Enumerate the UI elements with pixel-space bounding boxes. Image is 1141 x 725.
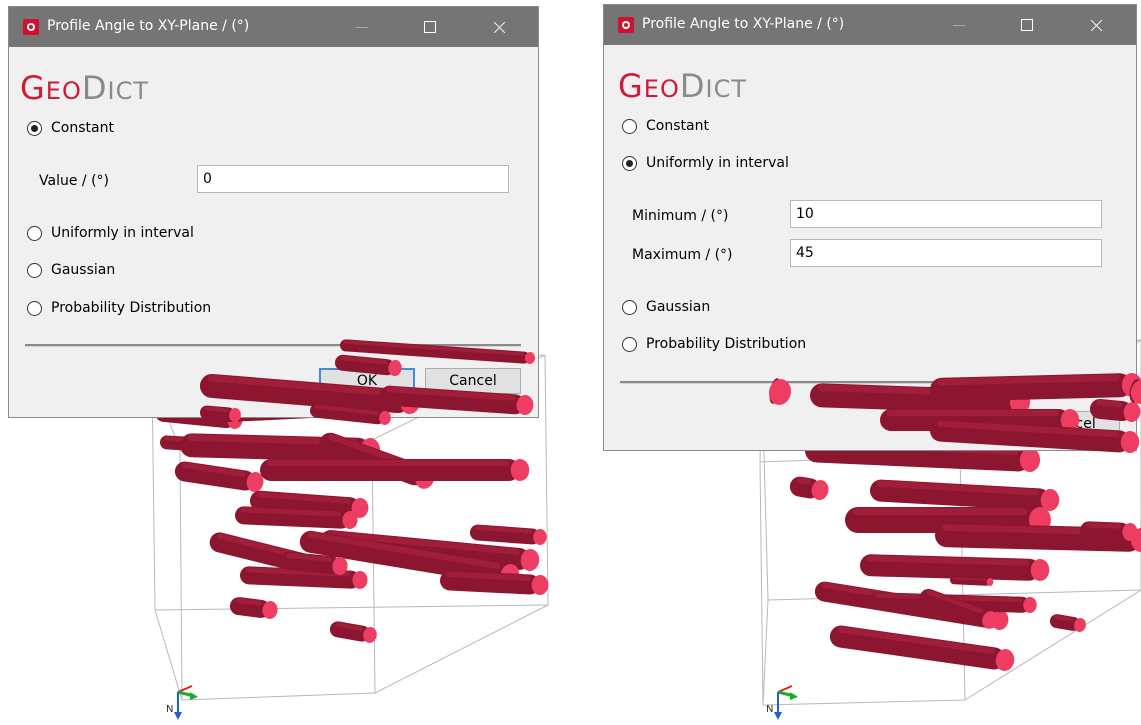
geodict-logo: GEODICT	[618, 67, 747, 105]
logo-text: ICT	[705, 75, 747, 103]
radio-indicator[interactable]	[622, 155, 637, 171]
radio-label: Gaussian	[51, 262, 116, 278]
z-axis-arrow-icon	[774, 712, 782, 720]
logo-text: ICT	[107, 77, 149, 105]
maximize-button[interactable]	[1004, 5, 1050, 45]
z-axis-label: N	[766, 704, 773, 715]
fiber	[789, 476, 829, 500]
maximum-label: Maximum / (°)	[632, 247, 733, 263]
radio-indicator[interactable]	[622, 336, 637, 352]
radio-constant[interactable]: Constant	[622, 118, 709, 134]
value-input[interactable]	[197, 165, 509, 193]
y-axis-arrow-icon	[190, 692, 198, 700]
radio-probability[interactable]: Probability Distribution	[27, 300, 211, 316]
radio-probability[interactable]: Probability Distribution	[622, 336, 806, 352]
maximize-button[interactable]	[407, 7, 453, 47]
right-axis-triad: N	[766, 685, 798, 720]
radio-gaussian[interactable]: Gaussian	[27, 262, 115, 278]
bounding-box-edge	[179, 449, 183, 701]
bounding-box-edge	[181, 692, 376, 701]
app-icon	[618, 17, 634, 33]
logo-text: EO	[643, 75, 680, 103]
right-titlebar[interactable]: Profile Angle to XY-Plane / (°)	[604, 5, 1136, 45]
separator	[620, 381, 1120, 384]
fiber	[229, 597, 278, 619]
radio-uniform[interactable]: Uniformly in interval	[622, 155, 789, 171]
cancel-button[interactable]: Cancel	[1024, 411, 1120, 437]
fiber	[1079, 521, 1138, 541]
left-titlebar[interactable]: Profile Angle to XY-Plane / (°)	[9, 7, 538, 47]
z-axis-arrow-icon	[174, 712, 182, 720]
radio-label: Probability Distribution	[646, 336, 807, 352]
close-button[interactable]	[477, 7, 523, 47]
ok-button[interactable]: OK	[319, 368, 415, 394]
left-axis-triad: N	[166, 685, 198, 720]
cancel-button[interactable]: Cancel	[425, 368, 521, 394]
radio-indicator[interactable]	[622, 299, 637, 315]
y-axis-arrow-icon	[790, 692, 798, 700]
radio-label: Constant	[646, 118, 709, 134]
logo-letter: D	[81, 69, 108, 107]
separator	[25, 344, 521, 347]
fiber	[439, 570, 549, 595]
logo-letter: G	[618, 67, 644, 105]
minimum-label: Minimum / (°)	[632, 208, 729, 224]
right-dialog: Profile Angle to XY-Plane / (°) GEODICT …	[603, 4, 1137, 451]
bounding-box-edge	[154, 604, 549, 611]
fiber-highlight	[266, 460, 509, 467]
radio-indicator[interactable]	[27, 120, 42, 136]
geodict-logo: GEODICT	[20, 69, 149, 107]
radio-uniform[interactable]: Uniformly in interval	[27, 225, 194, 241]
fiber	[1049, 614, 1086, 632]
maximum-input[interactable]	[790, 239, 1102, 267]
fiber-end	[510, 459, 530, 481]
radio-indicator[interactable]	[27, 300, 42, 316]
bounding-box-edge	[544, 354, 549, 606]
radio-label: Uniformly in interval	[51, 225, 194, 241]
left-dialog: Profile Angle to XY-Plane / (°) GEODICT …	[8, 6, 539, 418]
minimize-button	[936, 5, 982, 45]
fiber-highlight	[852, 508, 1027, 516]
radio-label: Gaussian	[646, 299, 711, 315]
fiber	[829, 625, 1015, 671]
dialog-title: Profile Angle to XY-Plane / (°)	[642, 16, 845, 32]
radio-label: Uniformly in interval	[646, 155, 789, 171]
logo-text: EO	[45, 77, 82, 105]
close-button[interactable]	[1074, 5, 1120, 45]
bounding-box-edge	[759, 461, 764, 706]
radio-indicator[interactable]	[27, 262, 42, 278]
fiber	[469, 524, 547, 545]
radio-indicator[interactable]	[622, 118, 637, 134]
radio-constant[interactable]: Constant	[27, 120, 114, 136]
logo-letter: G	[20, 69, 46, 107]
fiber	[174, 461, 264, 492]
fiber	[329, 621, 377, 643]
app-icon	[23, 19, 39, 35]
value-label: Value / (°)	[39, 173, 109, 189]
radio-gaussian[interactable]: Gaussian	[622, 299, 710, 315]
bounding-box-edge	[374, 604, 549, 694]
minimum-input[interactable]	[790, 200, 1102, 228]
logo-letter: D	[679, 67, 706, 105]
minimize-button	[339, 7, 385, 47]
fiber	[260, 459, 530, 481]
radio-label: Probability Distribution	[51, 300, 212, 316]
z-axis-label: N	[166, 704, 173, 715]
dialog-title: Profile Angle to XY-Plane / (°)	[47, 18, 250, 34]
radio-label: Constant	[51, 120, 114, 136]
radio-indicator[interactable]	[27, 225, 42, 241]
fiber	[869, 479, 1060, 511]
